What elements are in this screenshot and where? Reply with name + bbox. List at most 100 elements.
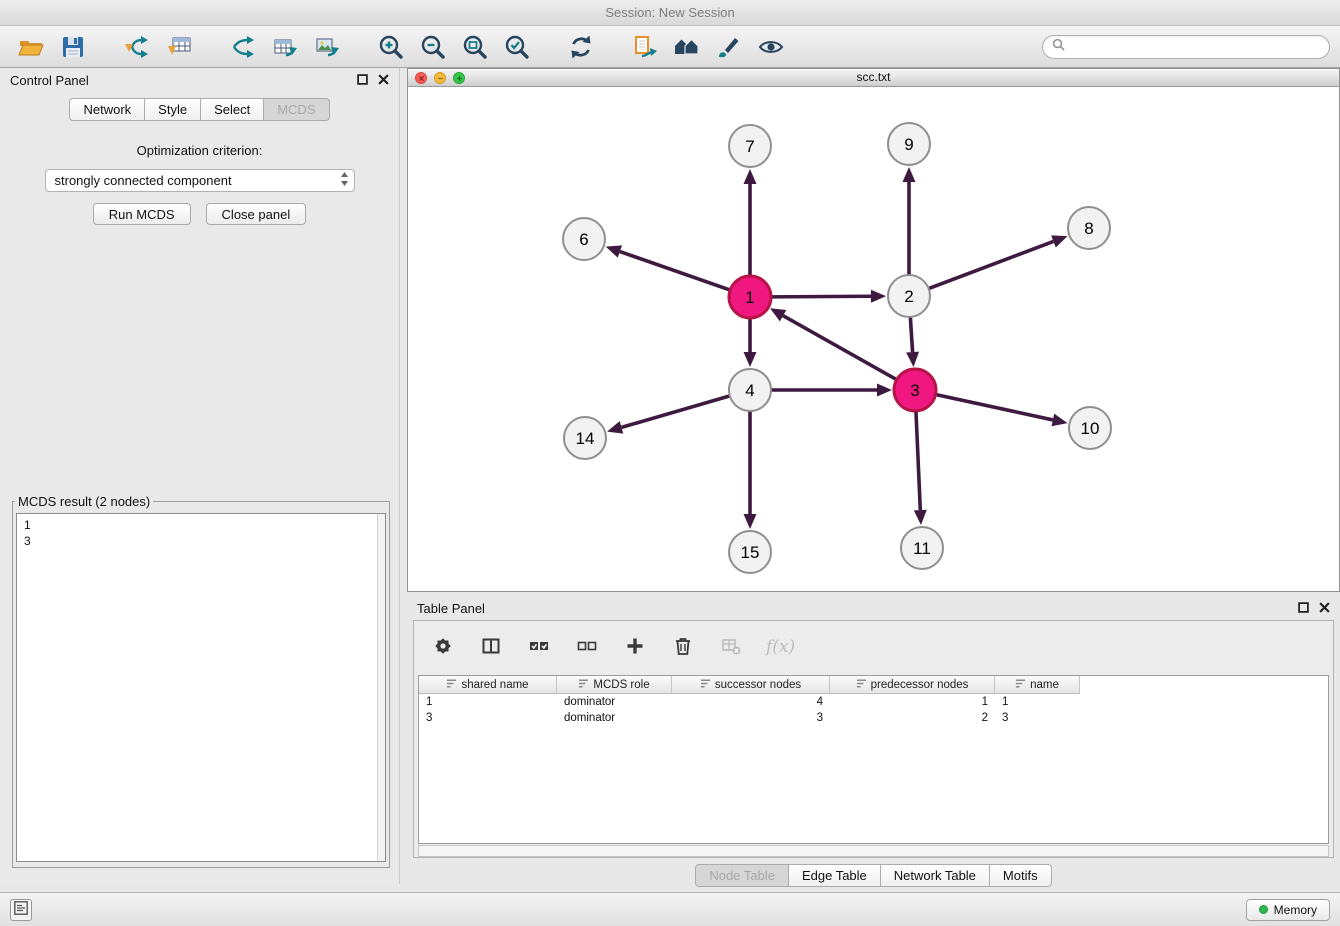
unselect-all-columns-button[interactable]	[574, 634, 600, 660]
tab-network[interactable]: Network	[69, 98, 145, 121]
minimize-traffic-light-button[interactable]	[434, 72, 446, 84]
tab-motifs[interactable]: Motifs	[990, 864, 1052, 887]
graph-edge-3-11[interactable]	[916, 411, 920, 510]
style-brush-button[interactable]	[708, 29, 750, 65]
cell-predecessor-nodes: 1	[830, 696, 995, 708]
memory-button[interactable]: Memory	[1246, 899, 1330, 921]
new-network-button[interactable]	[222, 29, 264, 65]
table-toolbar: f(x)	[414, 621, 1333, 673]
graph-edge-arrowhead	[744, 352, 757, 367]
visibility-eye-icon	[758, 34, 784, 60]
column-label: name	[1030, 679, 1059, 691]
table-panel-title: Table Panel	[417, 601, 1298, 616]
column-header-shared-name[interactable]: shared name	[419, 676, 557, 694]
close-traffic-light-button[interactable]	[415, 72, 427, 84]
graph-edge-arrowhead	[744, 169, 757, 184]
network-window-titlebar: scc.txt	[408, 69, 1339, 87]
table-header-row: shared name MCDS role successor nodes pr…	[419, 676, 1328, 694]
graph-edge-2-3[interactable]	[910, 317, 912, 352]
tab-mcds[interactable]: MCDS	[264, 98, 329, 121]
close-panel-button[interactable]	[378, 73, 389, 88]
tab-style[interactable]: Style	[145, 98, 201, 121]
add-column-button[interactable]	[622, 634, 648, 660]
graph-edge-arrowhead	[1051, 235, 1067, 247]
graph-edge-arrowhead	[906, 352, 919, 367]
memory-label: Memory	[1274, 903, 1317, 917]
show-columns-button[interactable]	[478, 634, 504, 660]
table-horizontal-scrollbar[interactable]	[418, 845, 1329, 857]
export-table-button[interactable]	[264, 29, 306, 65]
mcds-result-line[interactable]: 3	[24, 533, 378, 549]
float-panel-button[interactable]	[357, 73, 368, 88]
tab-edge-table[interactable]: Edge Table	[789, 864, 881, 887]
tab-network-table[interactable]: Network Table	[881, 864, 990, 887]
dropdown-value: strongly connected component	[55, 173, 340, 188]
tab-node-table[interactable]: Node Table	[695, 864, 789, 887]
tab-select[interactable]: Select	[201, 98, 264, 121]
optimization-dropdown[interactable]: strongly connected component	[45, 169, 355, 192]
control-panel-header: Control Panel	[0, 68, 399, 92]
close-table-panel-button[interactable]	[1319, 601, 1330, 616]
import-network-icon	[124, 34, 150, 60]
snapshot-document-button[interactable]	[624, 29, 666, 65]
console-button[interactable]	[10, 899, 32, 921]
global-search-box[interactable]	[1042, 35, 1330, 59]
column-header-name[interactable]: name	[995, 676, 1080, 694]
close-icon	[1319, 601, 1330, 616]
mcds-result-line[interactable]: 1	[24, 517, 378, 533]
table-row[interactable]: 1 dominator 4 1 1	[419, 694, 1328, 710]
toolbar-group	[222, 29, 348, 65]
run-mcds-button[interactable]: Run MCDS	[93, 203, 191, 225]
function-builder-button: f(x)	[766, 634, 795, 660]
import-table-button[interactable]	[158, 29, 200, 65]
home-icon	[674, 34, 700, 60]
float-icon	[1298, 601, 1309, 616]
graph-edge-1-2[interactable]	[771, 296, 871, 297]
graph-edge-2-8[interactable]	[929, 241, 1054, 288]
main-toolbar	[0, 26, 1340, 68]
delete-columns-icon	[673, 636, 693, 659]
toolbar-group	[370, 29, 538, 65]
toolbar-group	[10, 29, 94, 65]
result-scrollbar[interactable]	[377, 514, 385, 861]
column-header-successor-nodes[interactable]: successor nodes	[672, 676, 830, 694]
style-brush-icon	[716, 34, 742, 60]
zoom-selected-button[interactable]	[496, 29, 538, 65]
network-canvas[interactable]: 7968124314101511	[408, 87, 1339, 592]
delete-columns-button[interactable]	[670, 634, 696, 660]
cell-name: 1	[995, 696, 1080, 708]
memory-indicator-dot	[1259, 905, 1268, 914]
mcds-result-list[interactable]: 1 3	[16, 513, 386, 862]
close-panel-push-button[interactable]: Close panel	[206, 203, 307, 225]
graph-edge-3-10[interactable]	[936, 394, 1053, 419]
zoom-out-button[interactable]	[412, 29, 454, 65]
graph-edge-4-14[interactable]	[621, 396, 729, 428]
import-network-button[interactable]	[116, 29, 158, 65]
column-label: successor nodes	[715, 679, 801, 691]
save-session-button[interactable]	[52, 29, 94, 65]
export-image-button[interactable]	[306, 29, 348, 65]
column-label: MCDS role	[593, 679, 649, 691]
refresh-view-button[interactable]	[560, 29, 602, 65]
graph-node-label: 6	[579, 230, 588, 249]
zoom-fit-button[interactable]	[454, 29, 496, 65]
home-button[interactable]	[666, 29, 708, 65]
column-header-mcds-role[interactable]: MCDS role	[557, 676, 672, 694]
visibility-eye-button[interactable]	[750, 29, 792, 65]
graph-edge-3-1[interactable]	[783, 316, 897, 380]
float-table-panel-button[interactable]	[1298, 601, 1309, 616]
save-session-icon	[60, 34, 86, 60]
table-panel-header: Table Panel	[407, 596, 1340, 620]
zoom-in-button[interactable]	[370, 29, 412, 65]
sort-icon	[700, 678, 711, 692]
global-search-input[interactable]	[1070, 39, 1320, 54]
zoom-traffic-light-button[interactable]	[453, 72, 465, 84]
unselect-all-columns-icon	[577, 636, 597, 659]
open-file-button[interactable]	[10, 29, 52, 65]
table-settings-button[interactable]	[430, 634, 456, 660]
column-header-predecessor-nodes[interactable]: predecessor nodes	[830, 676, 995, 694]
graph-edge-arrowhead	[914, 510, 927, 525]
select-all-columns-button[interactable]	[526, 634, 552, 660]
graph-edge-1-6[interactable]	[620, 252, 730, 291]
table-row[interactable]: 3 dominator 3 2 3	[419, 710, 1328, 726]
